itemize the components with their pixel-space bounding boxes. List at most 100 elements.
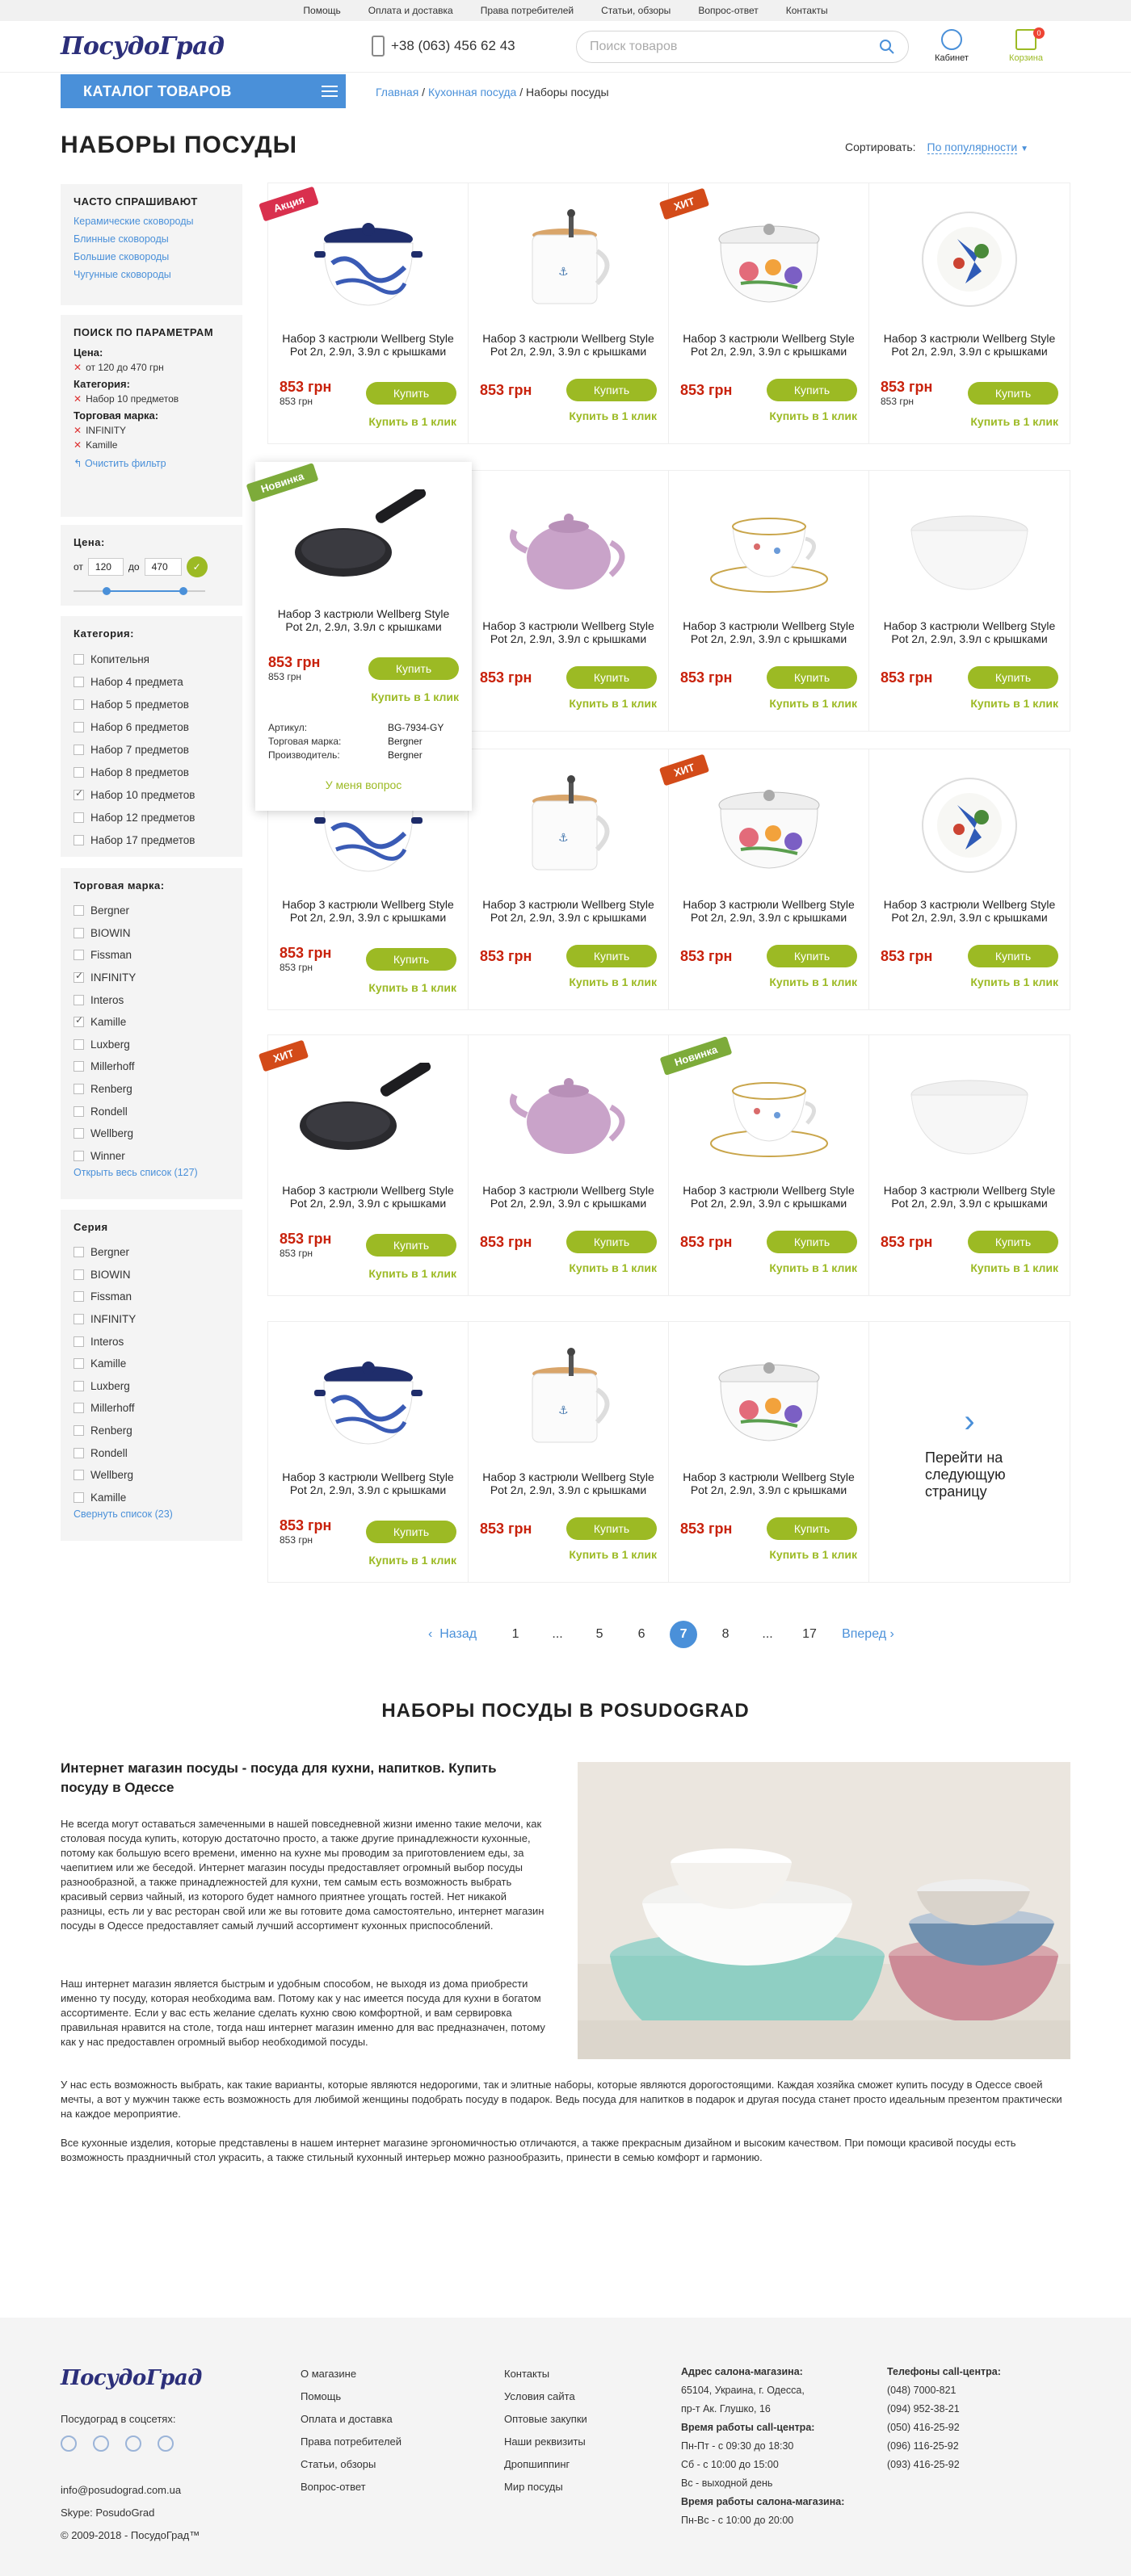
category-checkbox-row[interactable]: Набор 7 предметов bbox=[74, 738, 229, 761]
product-image[interactable] bbox=[280, 1333, 456, 1462]
brand-checkbox-row[interactable]: Millerhoff bbox=[74, 1055, 229, 1078]
footer-link[interactable]: Оплата и доставка bbox=[301, 2408, 402, 2431]
product-image[interactable] bbox=[881, 1047, 1058, 1176]
apply-price-button[interactable]: ✓ bbox=[186, 556, 208, 577]
one-click-link[interactable]: Купить в 1 клик bbox=[881, 697, 1058, 710]
footer-link[interactable]: Контакты bbox=[504, 2363, 587, 2385]
faq-link[interactable]: Чугунные сковороды bbox=[74, 269, 229, 280]
footer-link[interactable]: Права потребителей bbox=[301, 2431, 402, 2453]
product-card[interactable]: ⚓ Набор 3 кастрюли Wellberg Style Pot 2л,… bbox=[469, 749, 669, 1009]
brand-checkbox-row[interactable]: Rondell bbox=[74, 1100, 229, 1122]
product-title[interactable]: Набор 3 кастрюли Wellberg Style Pot 2л, … bbox=[280, 332, 456, 371]
one-click-link[interactable]: Купить в 1 клик bbox=[680, 697, 857, 710]
footer-link[interactable]: Вопрос-ответ bbox=[301, 2476, 402, 2498]
one-click-link[interactable]: Купить в 1 клик bbox=[881, 415, 1058, 428]
product-card[interactable]: Набор 3 кастрюли Wellberg Style Pot 2л, … bbox=[669, 471, 869, 731]
product-card[interactable]: Набор 3 кастрюли Wellberg Style Pot 2л, … bbox=[469, 471, 669, 731]
checkbox[interactable] bbox=[74, 1269, 84, 1280]
category-checkbox-row[interactable]: Копительня bbox=[74, 648, 229, 670]
category-checkbox-row[interactable]: Набор 4 предмета bbox=[74, 670, 229, 693]
product-title[interactable]: Набор 3 кастрюли Wellberg Style Pot 2л, … bbox=[480, 1184, 657, 1223]
product-image[interactable] bbox=[680, 761, 857, 890]
brand-checkbox-row[interactable]: Luxberg bbox=[74, 1034, 229, 1056]
product-card[interactable]: Новинка Набор 3 кастрюли Wellberg Style P… bbox=[659, 1035, 869, 1295]
checkbox[interactable] bbox=[74, 834, 84, 845]
checkbox[interactable] bbox=[74, 927, 84, 938]
product-image[interactable] bbox=[881, 482, 1058, 611]
series-checkbox-row[interactable]: INFINITY bbox=[74, 1308, 229, 1331]
series-checkbox-row[interactable]: BIOWIN bbox=[74, 1264, 229, 1286]
product-card[interactable]: ⚓ Набор 3 кастрюли Wellberg Style Pot 2л,… bbox=[469, 1322, 669, 1582]
pager-next[interactable]: Вперед › bbox=[842, 1627, 894, 1642]
product-card[interactable]: ХИТ Набор 3 кастрюли Wellberg Style Pot 2… bbox=[658, 183, 869, 443]
buy-button[interactable]: Купить bbox=[968, 666, 1058, 689]
buy-button[interactable]: Купить bbox=[767, 945, 857, 967]
footer-link[interactable]: Условия сайта bbox=[504, 2385, 587, 2408]
breadcrumb-category[interactable]: Кухонная посуда bbox=[428, 86, 516, 99]
one-click-link[interactable]: Купить в 1 клик bbox=[280, 1554, 456, 1567]
buy-button[interactable]: Купить bbox=[566, 945, 657, 967]
product-image[interactable] bbox=[268, 473, 459, 602]
product-title[interactable]: Набор 3 кастрюли Wellberg Style Pot 2л, … bbox=[480, 1471, 657, 1509]
category-checkbox-row[interactable]: Набор 8 предметов bbox=[74, 761, 229, 783]
footer-logo[interactable]: ПосудоГрад bbox=[61, 2366, 202, 2390]
buy-button[interactable]: Купить bbox=[767, 1517, 857, 1540]
product-title[interactable]: Набор 3 кастрюли Wellberg Style Pot 2л, … bbox=[680, 619, 857, 658]
buy-button[interactable]: Купить bbox=[767, 379, 857, 401]
checkbox[interactable] bbox=[74, 744, 84, 755]
cabinet-button[interactable]: Кабинет bbox=[923, 29, 980, 63]
page-17[interactable]: 17 bbox=[788, 1627, 830, 1642]
product-title[interactable]: Набор 3 кастрюли Wellberg Style Pot 2л, … bbox=[480, 332, 657, 371]
next-page-card[interactable]: › Перейти на следующую страницу bbox=[869, 1322, 1070, 1582]
phone[interactable]: +38 (063) 456 62 43 bbox=[372, 36, 515, 57]
checkbox[interactable] bbox=[74, 1470, 84, 1481]
checkbox[interactable] bbox=[74, 812, 84, 823]
buy-button[interactable]: Купить bbox=[366, 1233, 456, 1257]
category-checkbox-row[interactable]: Набор 10 предметов bbox=[74, 783, 229, 806]
product-image[interactable]: ⚓ bbox=[480, 195, 657, 324]
product-card[interactable]: Набор 3 кастрюли Wellberg Style Pot 2л, … bbox=[268, 1322, 469, 1582]
product-image[interactable] bbox=[480, 1047, 657, 1176]
product-title[interactable]: Набор 3 кастрюли Wellberg Style Pot 2л, … bbox=[680, 1184, 857, 1223]
brand-checkbox-row[interactable]: Bergner bbox=[74, 900, 229, 922]
product-title[interactable]: Набор 3 кастрюли Wellberg Style Pot 2л, … bbox=[680, 332, 857, 371]
top-nav-link[interactable]: Вопрос-ответ bbox=[698, 5, 758, 16]
page-6[interactable]: 6 bbox=[620, 1627, 662, 1642]
faq-link[interactable]: Большие сковороды bbox=[74, 251, 229, 262]
buy-button[interactable]: Купить bbox=[368, 657, 459, 680]
one-click-link[interactable]: Купить в 1 клик bbox=[268, 690, 459, 703]
product-card[interactable]: Набор 3 кастрюли Wellberg Style Pot 2л, … bbox=[869, 1035, 1070, 1295]
product-image[interactable] bbox=[480, 482, 657, 611]
series-checkbox-row[interactable]: Kamille bbox=[74, 1487, 229, 1509]
buy-button[interactable]: Купить bbox=[767, 1231, 857, 1253]
footer-phone[interactable]: (094) 952-38-21 bbox=[887, 2400, 1001, 2419]
one-click-link[interactable]: Купить в 1 клик bbox=[480, 975, 657, 988]
footer-link[interactable]: Мир посуды bbox=[504, 2476, 587, 2498]
product-image[interactable] bbox=[881, 761, 1058, 890]
sort-select[interactable]: По популярности bbox=[927, 141, 1018, 154]
one-click-link[interactable]: Купить в 1 клик bbox=[280, 415, 456, 428]
product-image[interactable]: ⚓ bbox=[480, 761, 657, 890]
checkbox[interactable] bbox=[74, 994, 84, 1005]
page-7[interactable]: 7 bbox=[670, 1621, 698, 1648]
checkbox[interactable] bbox=[74, 653, 84, 665]
price-from-input[interactable]: 120 bbox=[87, 558, 124, 576]
buy-button[interactable]: Купить bbox=[566, 1517, 657, 1540]
ask-question-link[interactable]: У меня вопрос bbox=[268, 778, 459, 791]
checkbox[interactable] bbox=[74, 950, 84, 961]
facebook-icon[interactable] bbox=[61, 2435, 77, 2452]
instagram-icon[interactable] bbox=[125, 2435, 141, 2452]
product-title[interactable]: Набор 3 кастрюли Wellberg Style Pot 2л, … bbox=[680, 1471, 857, 1509]
vk-icon[interactable] bbox=[93, 2435, 109, 2452]
price-slider[interactable] bbox=[74, 585, 229, 597]
product-image[interactable] bbox=[280, 195, 456, 324]
checkbox[interactable] bbox=[74, 1403, 84, 1414]
brand-checkbox-row[interactable]: Wellberg bbox=[74, 1122, 229, 1145]
product-card[interactable]: ХИТ Набор 3 кастрюли Wellberg Style Pot 2… bbox=[258, 1035, 469, 1295]
checkbox[interactable] bbox=[74, 1105, 84, 1117]
series-checkbox-row[interactable]: Rondell bbox=[74, 1441, 229, 1464]
buy-button[interactable]: Купить bbox=[968, 381, 1058, 405]
product-card[interactable]: Набор 3 кастрюли Wellberg Style Pot 2л, … bbox=[869, 749, 1070, 1009]
brand-checkbox-row[interactable]: Kamille bbox=[74, 1011, 229, 1034]
catalog-button[interactable]: КАТАЛОГ ТОВАРОВ bbox=[61, 74, 346, 108]
